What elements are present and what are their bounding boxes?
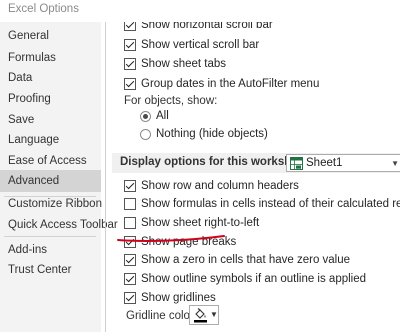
- red-underline-annotation: [117, 235, 225, 242]
- radio-button[interactable]: [140, 128, 151, 140]
- gridline-color-label: Gridline color: [126, 310, 194, 322]
- paint-bucket-icon: [194, 308, 207, 323]
- option-show-zero-values[interactable]: Show a zero in cells that have zero valu…: [124, 251, 350, 269]
- checkbox[interactable]: [124, 217, 136, 229]
- sidebar-item-add-ins[interactable]: Add-ins: [0, 240, 101, 260]
- sidebar-item-proofing[interactable]: Proofing: [0, 89, 101, 109]
- radio-objects-nothing[interactable]: Nothing (hide objects): [140, 125, 268, 143]
- sidebar-item-customize-ribbon[interactable]: Customize Ribbon: [0, 194, 102, 214]
- option-show-vertical-scroll-bar[interactable]: Show vertical scroll bar: [124, 36, 259, 54]
- checkbox[interactable]: [124, 58, 136, 70]
- chevron-down-icon: ▼: [210, 310, 218, 319]
- worksheet-select-value: Sheet1: [306, 157, 343, 169]
- checkbox[interactable]: [124, 180, 136, 192]
- checkbox[interactable]: [124, 39, 136, 51]
- sidebar-item-general[interactable]: General: [0, 26, 101, 46]
- options-sidebar: General Formulas Data Proofing Save Lang…: [0, 22, 118, 332]
- checkbox[interactable]: [124, 273, 136, 285]
- window-title: Excel Options: [8, 3, 79, 15]
- worksheet-icon: [290, 157, 303, 173]
- option-show-sheet-right-to-left[interactable]: Show sheet right-to-left: [124, 214, 259, 232]
- sidebar-item-data[interactable]: Data: [0, 68, 101, 88]
- option-show-outline-symbols[interactable]: Show outline symbols if an outline is ap…: [124, 270, 366, 288]
- radio-button[interactable]: [140, 110, 151, 122]
- checkbox[interactable]: [124, 254, 136, 266]
- checkbox[interactable]: [124, 22, 136, 31]
- sidebar-divider: [4, 236, 96, 237]
- title-bar: Excel Options: [0, 0, 400, 22]
- sidebar-item-save[interactable]: Save: [0, 110, 101, 130]
- sidebar-item-formulas[interactable]: Formulas: [0, 48, 101, 68]
- chevron-down-icon: ▼: [391, 159, 399, 168]
- worksheet-select[interactable]: Sheet1 ▼: [286, 154, 400, 172]
- checkbox[interactable]: [124, 292, 136, 304]
- section-title: Display options for this worksheet:: [120, 156, 312, 168]
- sidebar-item-ease-of-access[interactable]: Ease of Access: [0, 151, 101, 171]
- option-show-formulas[interactable]: Show formulas in cells instead of their …: [124, 195, 400, 213]
- option-group-dates-autofilter[interactable]: Group dates in the AutoFilter menu: [124, 75, 319, 93]
- sidebar-item-quick-access-toolbar[interactable]: Quick Access Toolbar: [0, 215, 118, 235]
- checkbox[interactable]: [124, 78, 136, 90]
- advanced-options-panel: Show horizontal scroll bar Show vertical…: [106, 22, 400, 332]
- gridline-color-button[interactable]: ▼: [189, 305, 219, 325]
- option-show-horizontal-scroll-bar[interactable]: Show horizontal scroll bar: [124, 22, 273, 34]
- checkbox[interactable]: [124, 198, 136, 210]
- option-show-sheet-tabs[interactable]: Show sheet tabs: [124, 55, 226, 73]
- sidebar-item-trust-center[interactable]: Trust Center: [0, 260, 101, 280]
- sidebar-item-language[interactable]: Language: [0, 130, 101, 150]
- worksheet-section-header: Display options for this worksheet: Shee…: [112, 153, 400, 173]
- option-show-row-column-headers[interactable]: Show row and column headers: [124, 177, 299, 195]
- sidebar-item-advanced[interactable]: Advanced: [0, 170, 101, 192]
- objects-heading: For objects, show:: [124, 95, 218, 107]
- radio-objects-all[interactable]: All: [140, 107, 169, 125]
